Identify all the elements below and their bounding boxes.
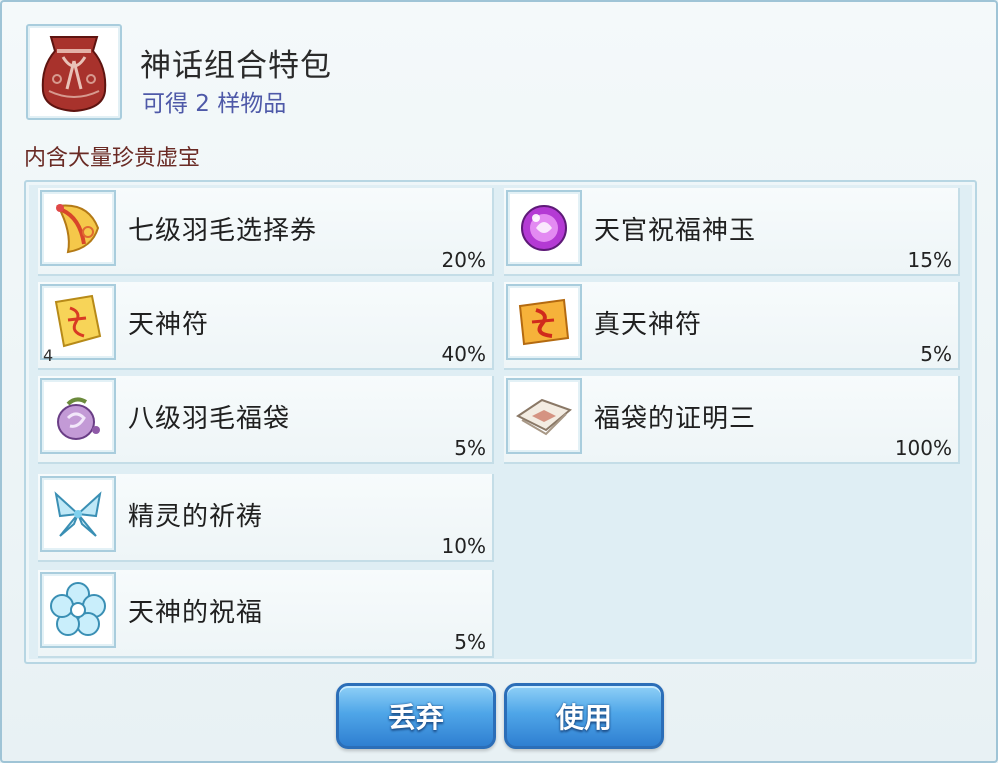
true-talisman-icon: [506, 284, 582, 360]
package-description: 内含大量珍贵虚宝: [24, 146, 201, 171]
item-slot[interactable]: 福袋的证明三 100%: [504, 376, 960, 464]
item-percent: 10%: [441, 534, 486, 558]
item-name: 天神的祝福: [128, 598, 264, 628]
certificate-icon: [506, 378, 582, 454]
package-title: 神话组合特包: [140, 48, 332, 84]
item-slot[interactable]: 七级羽毛选择券 20%: [38, 188, 494, 276]
item-quantity: 4: [43, 346, 54, 365]
item-percent: 40%: [441, 342, 486, 366]
use-button[interactable]: 使用: [504, 683, 664, 749]
package-subtitle: 可得 2 样物品: [142, 91, 287, 117]
item-percent: 5%: [454, 630, 486, 654]
item-name: 精灵的祈祷: [128, 502, 264, 532]
feather-ticket-icon: [40, 190, 116, 266]
crystal-butterfly-icon: [40, 476, 116, 552]
item-name: 七级羽毛选择券: [128, 216, 318, 246]
item-name: 真天神符: [594, 310, 703, 340]
crystal-flower-icon: [40, 572, 116, 648]
purple-orb-icon: [506, 190, 582, 266]
item-slot[interactable]: 天神的祝福 5%: [38, 570, 494, 658]
purple-bag-icon: [40, 378, 116, 454]
item-popup-window: 神话组合特包 可得 2 样物品 内含大量珍贵虚宝 七级羽毛选择券 20% 4 天…: [0, 0, 998, 763]
item-percent: 5%: [920, 342, 952, 366]
item-slot[interactable]: 精灵的祈祷 10%: [38, 474, 494, 562]
item-slot[interactable]: 天官祝福神玉 15%: [504, 188, 960, 276]
item-percent: 5%: [454, 436, 486, 460]
item-name: 天神符: [128, 310, 210, 340]
item-slot[interactable]: 八级羽毛福袋 5%: [38, 376, 494, 464]
item-name: 天官祝福神玉: [594, 216, 757, 246]
item-percent: 20%: [441, 248, 486, 272]
item-name: 八级羽毛福袋: [128, 404, 291, 434]
item-percent: 100%: [894, 436, 952, 460]
item-grid: 七级羽毛选择券 20% 4 天神符 40% 八级羽毛福袋 5% 精灵的祈祷 10…: [24, 180, 977, 664]
item-percent: 15%: [907, 248, 952, 272]
red-pouch-icon: [26, 24, 122, 120]
item-slot[interactable]: 4 天神符 40%: [38, 282, 494, 370]
discard-button[interactable]: 丢弃: [336, 683, 496, 749]
item-slot[interactable]: 真天神符 5%: [504, 282, 960, 370]
item-name: 福袋的证明三: [594, 404, 757, 434]
